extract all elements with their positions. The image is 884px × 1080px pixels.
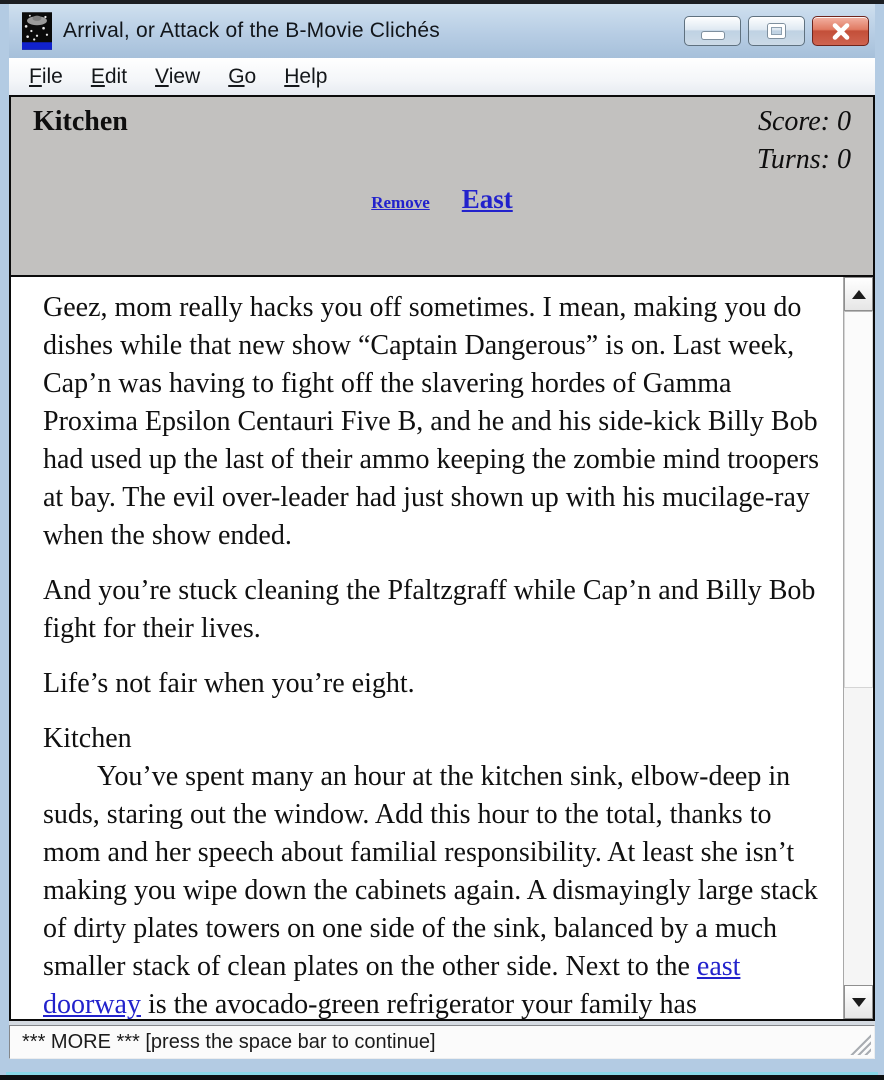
game-content: Kitchen Score: 0 Turns: 0 Remove East Ge… [9,95,875,1021]
score-display: Score: 0 [758,106,851,138]
scrollbar-thumb[interactable] [844,311,873,688]
more-prompt: *** MORE *** [press the space bar to con… [22,1031,436,1054]
vertical-scrollbar [843,277,873,1019]
status-panel: Kitchen Score: 0 Turns: 0 Remove East [11,97,873,277]
window-controls [684,16,869,46]
menu-view[interactable]: View [141,63,214,91]
title-bar[interactable]: Arrival, or Attack of the B-Movie Cliché… [9,4,875,58]
scroll-up-button[interactable] [844,277,873,311]
close-button[interactable] [812,16,869,46]
close-icon [830,23,852,40]
remove-command-link[interactable]: Remove [371,193,430,212]
story-paragraph: Geez, mom really hacks you off sometimes… [43,289,829,555]
chevron-up-icon [852,290,866,299]
window-title: Arrival, or Attack of the B-Movie Cliché… [63,19,440,43]
maximize-button[interactable] [748,16,805,46]
resize-grip-icon[interactable] [850,1034,871,1055]
menu-edit[interactable]: Edit [77,63,141,91]
story-paragraph: You’ve spent many an hour at the kitchen… [43,758,829,1019]
app-window: Arrival, or Attack of the B-Movie Cliché… [0,0,884,1080]
menu-go[interactable]: Go [214,63,270,91]
chevron-down-icon [852,998,866,1007]
paragraph-text: You’ve spent many an hour at the kitchen… [43,761,818,982]
menu-bar: File Edit View Go Help [9,58,875,95]
minimize-icon [702,32,724,39]
story-text: Geez, mom really hacks you off sometimes… [11,277,843,1019]
app-icon[interactable] [22,12,52,50]
room-heading-paragraph: Kitchen [43,720,829,758]
menu-help[interactable]: Help [270,63,341,91]
east-command-link[interactable]: East [462,184,513,214]
scroll-down-button[interactable] [844,985,873,1019]
room-name: Kitchen [33,106,128,138]
menu-file[interactable]: File [15,63,77,91]
scrollbar-track[interactable] [844,311,873,985]
story-paragraph: Life’s not fair when you’re eight. [43,665,829,703]
paragraph-text: is the avocado-green refrigerator your f… [141,989,697,1019]
story-paragraph: And you’re stuck cleaning the Pfaltzgraf… [43,572,829,648]
maximize-icon [768,24,785,38]
story-area: Geez, mom really hacks you off sometimes… [11,277,873,1019]
minimize-button[interactable] [684,16,741,46]
status-bar: *** MORE *** [press the space bar to con… [9,1025,875,1059]
turns-display: Turns: 0 [757,144,851,175]
window-border-edge [0,1075,884,1080]
